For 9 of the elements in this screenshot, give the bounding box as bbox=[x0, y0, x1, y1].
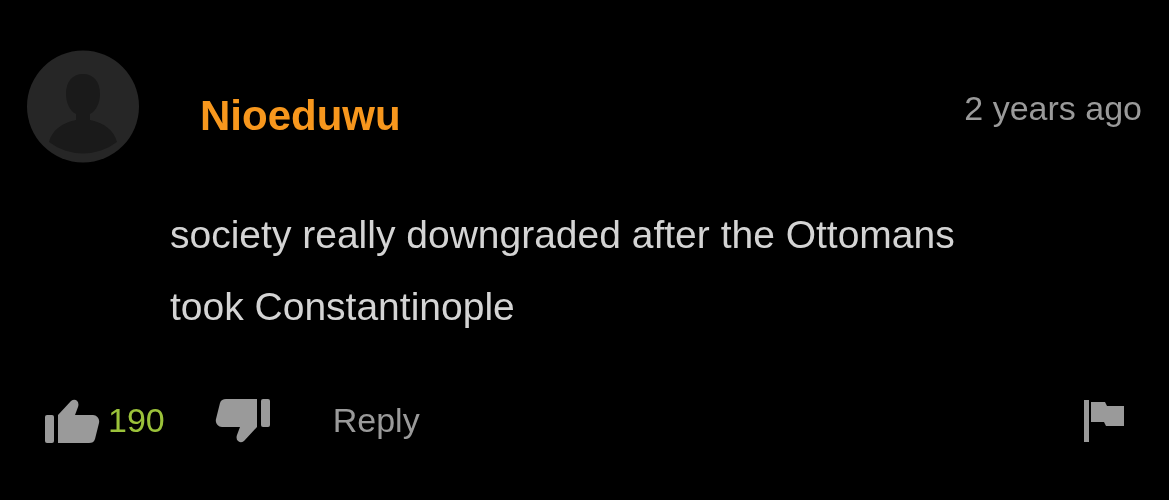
flag-icon[interactable] bbox=[1084, 399, 1124, 442]
like-count: 190 bbox=[108, 400, 165, 441]
timestamp: 2 years ago bbox=[964, 88, 1142, 128]
avatar-icon bbox=[27, 50, 139, 163]
reply-button[interactable]: Reply bbox=[332, 395, 420, 446]
comment-text: society really downgraded after the Ottomans took Constantinople bbox=[170, 212, 956, 330]
username[interactable]: Nioeduwu bbox=[200, 92, 401, 140]
thumbs-down-icon[interactable] bbox=[214, 398, 270, 443]
thumbs-up-icon[interactable] bbox=[45, 398, 100, 443]
